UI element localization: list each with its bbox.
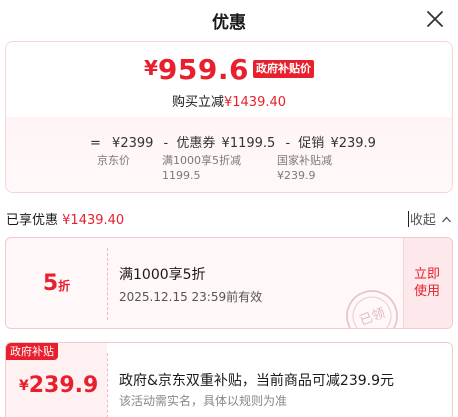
- use-now-label-line2: 使用: [413, 284, 440, 299]
- applied-discount-amount: ¥1439.40: [62, 213, 125, 228]
- applied-discount-label: 已享优惠: [6, 213, 59, 228]
- coupon-value-area: 5折: [6, 238, 107, 328]
- gov-subsidy-card: 政府补贴 ¥239.9 政府&京东双重补贴，当前商品可减239.9元 该活动需实…: [5, 342, 453, 417]
- minus-sign: -: [163, 136, 169, 151]
- use-now-label-line1: 立即: [413, 267, 440, 282]
- buy-discount-amount: ¥1439.40: [223, 95, 287, 110]
- coupon-card: 5折 满1000享5折 2025.12.15 23:59前有效 已领 立即 使用: [5, 237, 453, 329]
- coupon-discount-value: 5: [42, 271, 59, 296]
- jd-price-caption: 京东价: [97, 154, 130, 167]
- coupon-description: 满1000享5折: [119, 267, 206, 283]
- buy-discount-label: 购买立减: [171, 95, 224, 110]
- buy-discount-row: 购买立减¥1439.40: [6, 91, 452, 110]
- price-summary-card: ¥959.6 政府补贴价 购买立减¥1439.40 = ¥2399 - 优惠券 ¥…: [5, 41, 453, 193]
- coupon-caption-value: 1199.5: [162, 169, 201, 182]
- gov-subsidy-divider: [107, 353, 108, 417]
- promo-value: ¥239.9: [330, 136, 376, 151]
- stamp-text: 已领: [358, 306, 388, 329]
- final-price: 959.6: [157, 53, 249, 86]
- chevron-up-icon: [442, 216, 451, 223]
- received-stamp-icon: 已领: [346, 290, 398, 329]
- gov-subsidy-caption-value: ¥239.9: [277, 169, 316, 182]
- equals-sign: =: [90, 136, 101, 151]
- gov-subsidy-tag: 政府补贴: [6, 343, 58, 360]
- close-icon[interactable]: [422, 6, 448, 32]
- gov-subsidy-price-badge: 政府补贴价: [253, 60, 314, 78]
- applied-discount-row: 已享优惠 ¥1439.40: [6, 209, 124, 228]
- gov-subsidy-caption-text: 国家补贴减: [277, 154, 332, 167]
- gov-subsidy-note: 该活动需实名，具体以规则为准: [119, 394, 288, 408]
- coupon-label: 优惠券: [176, 136, 216, 151]
- page-title: 优惠: [212, 13, 246, 33]
- use-now-button[interactable]: 立即 使用: [412, 266, 442, 300]
- gov-subsidy-value: ¥239.9: [19, 373, 98, 398]
- currency-symbol: ¥: [144, 56, 158, 80]
- text-cursor: [407, 211, 409, 227]
- currency-symbol: ¥: [19, 378, 29, 394]
- gov-subsidy-caption: 国家补贴减 ¥239.9: [277, 153, 332, 183]
- gov-subsidy-amount: 239.9: [28, 373, 99, 398]
- gov-subsidy-description: 政府&京东双重补贴，当前商品可减239.9元: [119, 373, 394, 389]
- coupon-validity: 2025.12.15 23:59前有效: [119, 290, 263, 304]
- jd-price-value: ¥2399: [112, 136, 154, 151]
- gov-subsidy-value-area: 政府补贴 ¥239.9: [6, 343, 107, 417]
- final-price-row: ¥959.6 政府补贴价: [6, 53, 452, 86]
- collapse-toggle[interactable]: 收起: [407, 209, 452, 228]
- coupon-value: ¥1199.5: [221, 136, 276, 151]
- coupon-divider: [107, 248, 108, 320]
- coupon-caption-text: 满1000享5折减: [162, 154, 241, 167]
- use-now-area[interactable]: 立即 使用: [403, 238, 452, 328]
- coupon-discount-unit: 折: [58, 279, 71, 293]
- minus-sign: -: [285, 136, 291, 151]
- promo-label: 促销: [298, 136, 325, 151]
- price-formula: = ¥2399 - 优惠券 ¥1199.5 - 促销 ¥239.9: [90, 132, 376, 151]
- header: 优惠: [0, 0, 458, 38]
- collapse-label: 收起: [409, 213, 436, 228]
- coupon-caption: 满1000享5折减 1199.5: [162, 153, 241, 183]
